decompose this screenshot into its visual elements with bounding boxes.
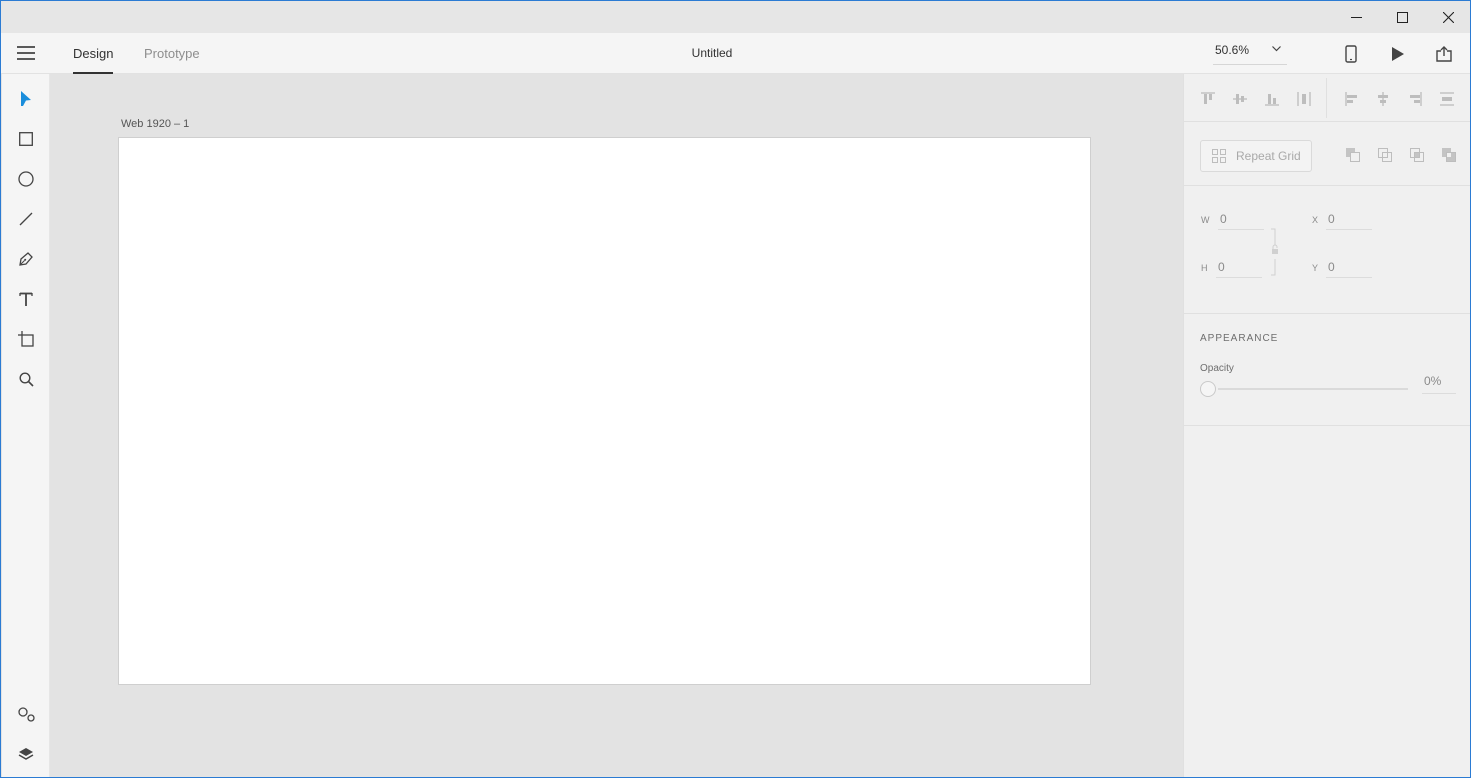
rectangle-tool[interactable] [14, 127, 38, 151]
align-left-button[interactable] [1343, 90, 1361, 108]
assets-icon [17, 706, 35, 722]
align-right-button[interactable] [1406, 90, 1424, 108]
select-tool[interactable] [14, 87, 38, 111]
property-inspector: Repeat Grid W H X Y [1183, 74, 1470, 777]
minimize-icon [1350, 16, 1362, 18]
pen-tool[interactable] [14, 247, 38, 271]
align-horizontal-center-icon [1378, 92, 1388, 106]
ellipse-tool[interactable] [14, 167, 38, 191]
app-header: Design Prototype Untitled 50.6% [1, 33, 1470, 74]
align-center-button[interactable] [1374, 90, 1392, 108]
x-input[interactable] [1326, 208, 1372, 230]
lock-icon [1271, 228, 1278, 276]
rectangle-icon [19, 132, 33, 146]
text-tool[interactable] [14, 287, 38, 311]
distribute-horizontal-icon [1297, 92, 1311, 106]
intersect-button[interactable] [1408, 146, 1426, 164]
exclude-overlap-icon [1442, 148, 1456, 162]
zoom-dropdown[interactable]: 50.6% [1213, 39, 1287, 65]
opacity-input[interactable] [1422, 368, 1456, 394]
close-button[interactable] [1425, 1, 1470, 33]
align-bottom-button[interactable] [1263, 90, 1281, 108]
layers-icon [18, 747, 34, 760]
divider [1326, 78, 1327, 118]
lock-aspect-button[interactable] [1269, 228, 1279, 276]
repeat-grid-section: Repeat Grid [1184, 122, 1470, 186]
alignment-section [1184, 74, 1470, 122]
app-window: Design Prototype Untitled 50.6% Web 1920… [0, 0, 1471, 778]
transform-section [1184, 186, 1470, 314]
width-label: W [1201, 215, 1210, 225]
subtract-icon [1346, 148, 1360, 162]
menu-button[interactable] [17, 45, 35, 61]
distribute-vertical-button[interactable] [1438, 90, 1456, 108]
align-right-icon [1410, 92, 1422, 106]
assets-button[interactable] [14, 702, 38, 726]
opacity-slider-handle[interactable] [1200, 381, 1216, 397]
close-icon [1442, 11, 1454, 23]
appearance-title: APPEARANCE [1200, 333, 1279, 344]
line-tool[interactable] [14, 207, 38, 231]
device-preview-button[interactable] [1340, 43, 1362, 65]
artboard[interactable] [118, 137, 1091, 685]
artboard-tool[interactable] [14, 327, 38, 351]
line-icon [19, 212, 33, 226]
tools-panel [2, 74, 50, 777]
maximize-icon [1396, 11, 1408, 23]
select-icon [21, 91, 31, 106]
intersect-icon [1410, 148, 1424, 162]
union-icon [1378, 148, 1392, 162]
artboard-label[interactable]: Web 1920 – 1 [121, 118, 189, 130]
align-middle-button[interactable] [1231, 90, 1249, 108]
zoom-icon [18, 371, 34, 387]
align-top-button[interactable] [1199, 90, 1217, 108]
play-icon [1392, 47, 1404, 61]
height-input[interactable] [1216, 256, 1262, 278]
height-label: H [1201, 263, 1208, 273]
zoom-tool[interactable] [14, 367, 38, 391]
align-vertical-center-icon [1233, 94, 1247, 104]
minimize-button[interactable] [1333, 1, 1379, 33]
opacity-label: Opacity [1200, 363, 1234, 374]
pen-icon [19, 252, 33, 266]
artboard-icon [18, 331, 34, 347]
text-icon [19, 292, 33, 306]
tab-prototype[interactable]: Prototype [144, 33, 200, 74]
hamburger-icon [17, 46, 35, 60]
chevron-down-icon [1272, 46, 1281, 52]
share-icon [1436, 46, 1452, 62]
add-button[interactable] [1376, 146, 1394, 164]
desktop-preview-button[interactable] [1387, 43, 1409, 65]
y-input[interactable] [1326, 256, 1372, 278]
x-label: X [1312, 215, 1319, 225]
distribute-horizontal-button[interactable] [1295, 90, 1313, 108]
tab-design[interactable]: Design [73, 33, 114, 74]
align-bottom-icon [1265, 94, 1279, 106]
title-bar [1, 1, 1470, 33]
mobile-device-icon [1345, 45, 1357, 63]
width-input[interactable] [1218, 208, 1264, 230]
zoom-value: 50.6% [1215, 43, 1250, 57]
share-button[interactable] [1433, 43, 1455, 65]
document-title: Untitled [691, 46, 733, 60]
layers-button[interactable] [14, 742, 38, 766]
exclude-overlap-button[interactable] [1440, 146, 1458, 164]
y-label: Y [1312, 263, 1319, 273]
align-top-icon [1201, 92, 1215, 104]
repeat-grid-button[interactable]: Repeat Grid [1200, 140, 1312, 172]
align-left-icon [1345, 92, 1357, 106]
grid-icon [1212, 149, 1226, 163]
subtract-button[interactable] [1344, 146, 1362, 164]
ellipse-icon [18, 171, 34, 187]
repeat-grid-label: Repeat Grid [1236, 149, 1301, 163]
distribute-vertical-icon [1440, 92, 1454, 106]
opacity-slider-track[interactable] [1218, 388, 1408, 390]
maximize-button[interactable] [1379, 1, 1425, 33]
